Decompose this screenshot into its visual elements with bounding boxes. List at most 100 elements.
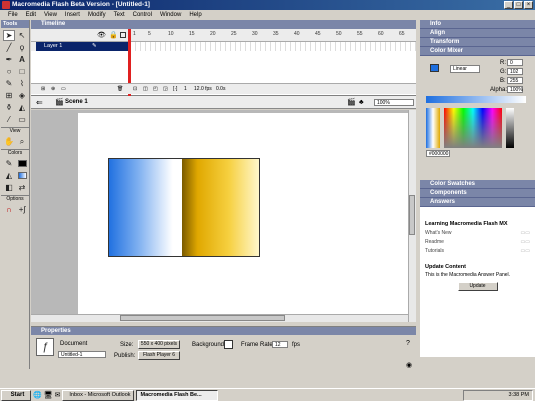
onion-skin-icon[interactable]: ◫ (143, 84, 148, 95)
lasso-tool-icon[interactable]: ϙ (16, 42, 28, 53)
edit-scene-icon[interactable]: 🎬 (347, 96, 356, 109)
maximize-button[interactable]: □ (514, 1, 523, 9)
menu-help[interactable]: Help (185, 10, 205, 20)
publish-settings-button[interactable]: Flash Player 6 (138, 351, 180, 360)
expand-icon[interactable]: ◉ (406, 361, 412, 369)
pencil-tool-icon[interactable]: ✎ (3, 78, 15, 89)
ink-bottle-tool-icon[interactable]: ⚱ (3, 102, 15, 113)
clock[interactable]: 3:38 PM (509, 392, 529, 398)
stroke-color-icon[interactable]: ✎ (3, 158, 15, 169)
eyedropper-tool-icon[interactable]: ⁄ (3, 114, 15, 125)
update-button[interactable]: Update (457, 282, 498, 291)
vertical-scroll-thumb[interactable] (409, 195, 415, 235)
r-input[interactable]: 0 (507, 59, 523, 66)
paint-bucket-tool-icon[interactable]: ◭ (16, 102, 28, 113)
back-arrow-icon[interactable]: ⇐ (36, 96, 43, 109)
hex-input[interactable]: #000000 (426, 150, 450, 157)
brush-tool-icon[interactable]: ⌇ (16, 78, 28, 89)
size-button[interactable]: 550 x 400 pixels (138, 340, 180, 349)
alpha-input[interactable]: 100% (507, 86, 523, 93)
properties-header[interactable]: Properties (31, 327, 416, 335)
color-swatches-header[interactable]: Color Swatches (420, 180, 535, 189)
info-panel-header[interactable]: Info (420, 20, 535, 29)
text-tool-icon[interactable]: A (16, 54, 28, 65)
add-layer-icon[interactable]: ⊞ (41, 84, 45, 95)
add-guide-icon[interactable]: ⊕ (51, 84, 55, 95)
onion-outline-icon[interactable]: ◰ (153, 84, 158, 95)
menu-modify[interactable]: Modify (84, 10, 110, 20)
empty-frames-area[interactable] (131, 51, 416, 83)
fill-transform-tool-icon[interactable]: ◈ (16, 90, 28, 101)
quicklaunch-outlook-icon[interactable]: ✉ (55, 391, 61, 399)
hand-tool-icon[interactable]: ✋ (3, 136, 15, 147)
zoom-select[interactable]: 100% (374, 99, 414, 106)
lock-icon[interactable]: 🔒 (109, 31, 118, 39)
background-color-swatch[interactable] (224, 340, 233, 349)
eraser-tool-icon[interactable]: ▭ (16, 114, 28, 125)
fill-color-icon[interactable]: ◭ (3, 170, 15, 181)
zoom-tool-icon[interactable]: ⌕ (16, 136, 28, 147)
trash-icon[interactable]: 🗑 (117, 84, 123, 95)
smooth-icon[interactable]: +ʃ (16, 204, 28, 215)
whats-new-link[interactable]: What's New (425, 230, 452, 236)
frame-ruler[interactable]: 1 5 10 15 20 25 30 35 40 45 50 55 60 65 (131, 29, 416, 42)
menu-insert[interactable]: Insert (61, 10, 84, 20)
g-input[interactable]: 102 (507, 68, 523, 75)
outline-icon[interactable] (120, 32, 126, 38)
quicklaunch-desktop-icon[interactable]: 🖥 (44, 391, 53, 399)
free-transform-tool-icon[interactable]: ⊞ (3, 90, 15, 101)
b-input[interactable]: 255 (507, 77, 523, 84)
horizontal-scroll-thumb[interactable] (120, 315, 285, 321)
readme-link[interactable]: Readme (425, 239, 444, 245)
minimize-button[interactable]: _ (504, 1, 513, 9)
default-colors-icon[interactable]: ◧ (3, 182, 15, 193)
add-folder-icon[interactable]: ▭ (61, 84, 66, 95)
taskbar-flash[interactable]: Macromedia Flash Be... (136, 389, 219, 401)
gradient-bar[interactable] (426, 96, 526, 103)
rectangle-outline[interactable] (108, 158, 260, 257)
arrow-tool-icon[interactable]: ➤ (3, 30, 15, 41)
menu-window[interactable]: Window (156, 10, 185, 20)
help-icon[interactable]: ? (406, 340, 410, 347)
fill-color-swatch[interactable] (430, 64, 439, 72)
timeline-header[interactable]: Timeline (31, 20, 416, 29)
transform-panel-header[interactable]: Transform (420, 38, 535, 47)
menu-file[interactable]: File (4, 10, 22, 20)
menu-control[interactable]: Control (129, 10, 156, 20)
scene-label[interactable]: Scene 1 (65, 96, 88, 109)
taskbar-outlook[interactable]: Inbox - Microsoft Outlook (62, 389, 135, 401)
pen-tool-icon[interactable]: ✒ (3, 54, 15, 65)
markers-icon[interactable]: [·] (173, 84, 177, 95)
start-button[interactable]: Start (1, 389, 31, 401)
close-button[interactable]: × (524, 1, 533, 9)
fill-swatch[interactable] (16, 170, 28, 181)
menu-view[interactable]: View (40, 10, 61, 20)
menu-edit[interactable]: Edit (22, 10, 40, 20)
edit-frames-icon[interactable]: ◲ (163, 84, 168, 95)
tutorials-link[interactable]: Tutorials (425, 248, 444, 254)
line-tool-icon[interactable]: ╱ (3, 42, 15, 53)
subselect-tool-icon[interactable]: ↖ (16, 30, 28, 41)
frame-rate-input[interactable]: 12 (272, 341, 288, 348)
center-frame-icon[interactable]: ⊡ (133, 84, 137, 95)
components-header[interactable]: Components (420, 189, 535, 198)
color-mixer-header[interactable]: Color Mixer (420, 47, 535, 56)
fill-type-select[interactable]: Linear (450, 65, 480, 73)
swap-colors-icon[interactable]: ⇄ (16, 182, 28, 193)
brightness-slider[interactable] (506, 108, 514, 148)
color-spectrum[interactable] (444, 108, 502, 148)
menu-text[interactable]: Text (110, 10, 129, 20)
frames-row[interactable] (131, 42, 416, 51)
stroke-swatch[interactable] (16, 158, 28, 169)
align-panel-header[interactable]: Align (420, 29, 535, 38)
answers-item: Tutorials ▭▭ (425, 248, 530, 254)
answers-header[interactable]: Answers (420, 198, 535, 207)
instance-name-field[interactable]: Untitled-1 (58, 351, 106, 358)
layer-row[interactable]: Layer 1 ✎ (36, 42, 131, 51)
quicklaunch-ie-icon[interactable]: 🌐 (33, 391, 42, 399)
eye-icon[interactable]: 👁 (97, 31, 106, 39)
rectangle-tool-icon[interactable]: □ (16, 66, 28, 77)
oval-tool-icon[interactable]: ○ (3, 66, 15, 77)
edit-symbol-icon[interactable]: ♣ (359, 96, 364, 109)
snap-magnet-icon[interactable]: ∩ (3, 204, 15, 215)
